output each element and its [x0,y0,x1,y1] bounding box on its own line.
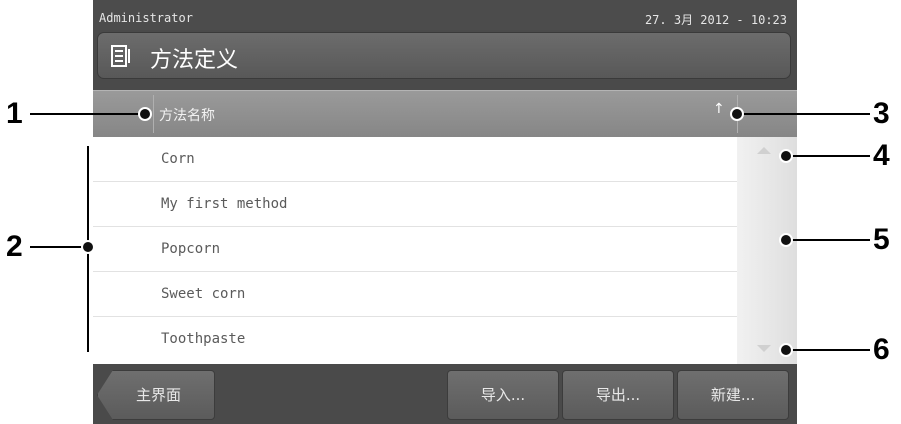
callout-dot-4 [779,149,793,163]
method-name-column-header[interactable]: 方法名称 ↑ [93,91,737,137]
scrollbar[interactable] [737,137,797,364]
callout-line-1 [30,113,140,115]
scroll-down-arrow-icon[interactable] [757,345,771,352]
scroll-track[interactable] [737,171,797,331]
status-bar: Administrator 27. 3月 2012 - 10:23 [93,0,797,30]
method-name: Corn [161,151,195,167]
method-name: Sweet corn [161,286,246,302]
callout-dot-1 [138,107,152,121]
sort-ascending-icon[interactable]: ↑ [713,101,725,117]
callout-dot-5 [779,233,793,247]
callout-line-5 [785,239,870,241]
status-datetime: 27. 3月 2012 - 10:23 [644,13,787,27]
new-button[interactable]: 新建... [677,370,789,420]
bottom-toolbar: 主界面 导入... 导出... 新建... [93,364,797,424]
callout-number-3: 3 [873,97,890,130]
callout-number-4: 4 [873,139,890,172]
scroll-up-arrow-icon[interactable] [757,147,771,154]
export-button[interactable]: 导出... [562,370,674,420]
list-item[interactable]: Corn [93,137,737,182]
callout-line-4 [785,155,870,157]
callout-line-3 [736,113,870,115]
method-name: Toothpaste [161,331,246,347]
column-header: 方法名称 ↑ [93,90,797,137]
status-user: Administrator [99,11,193,25]
callout-dot-3 [730,107,744,121]
list-item[interactable]: Popcorn [93,227,737,272]
callout-number-6: 6 [873,333,890,366]
callout-dot-2 [81,240,95,254]
callout-line-6 [785,349,870,351]
callout-line-2 [30,246,88,248]
callout-number-5: 5 [873,223,890,256]
list-item[interactable]: My first method [93,182,737,227]
column-header-label: 方法名称 [159,108,215,124]
callout-number-2: 2 [6,230,23,263]
list-item[interactable]: Sweet corn [93,272,737,317]
device-screen: Administrator 27. 3月 2012 - 10:23 方法定义 方… [93,0,797,424]
method-name: Popcorn [161,241,221,257]
title-bar: 方法定义 [97,32,791,79]
page-title: 方法定义 [150,48,239,73]
home-button[interactable]: 主界面 [97,370,215,420]
callout-number-1: 1 [6,97,23,130]
list-item[interactable]: Toothpaste [93,317,737,362]
callout-dot-6 [779,343,793,357]
method-name: My first method [161,196,288,212]
import-button[interactable]: 导入... [447,370,559,420]
method-list: Corn My first method Popcorn Sweet corn … [93,137,737,364]
method-list-icon [111,45,130,67]
